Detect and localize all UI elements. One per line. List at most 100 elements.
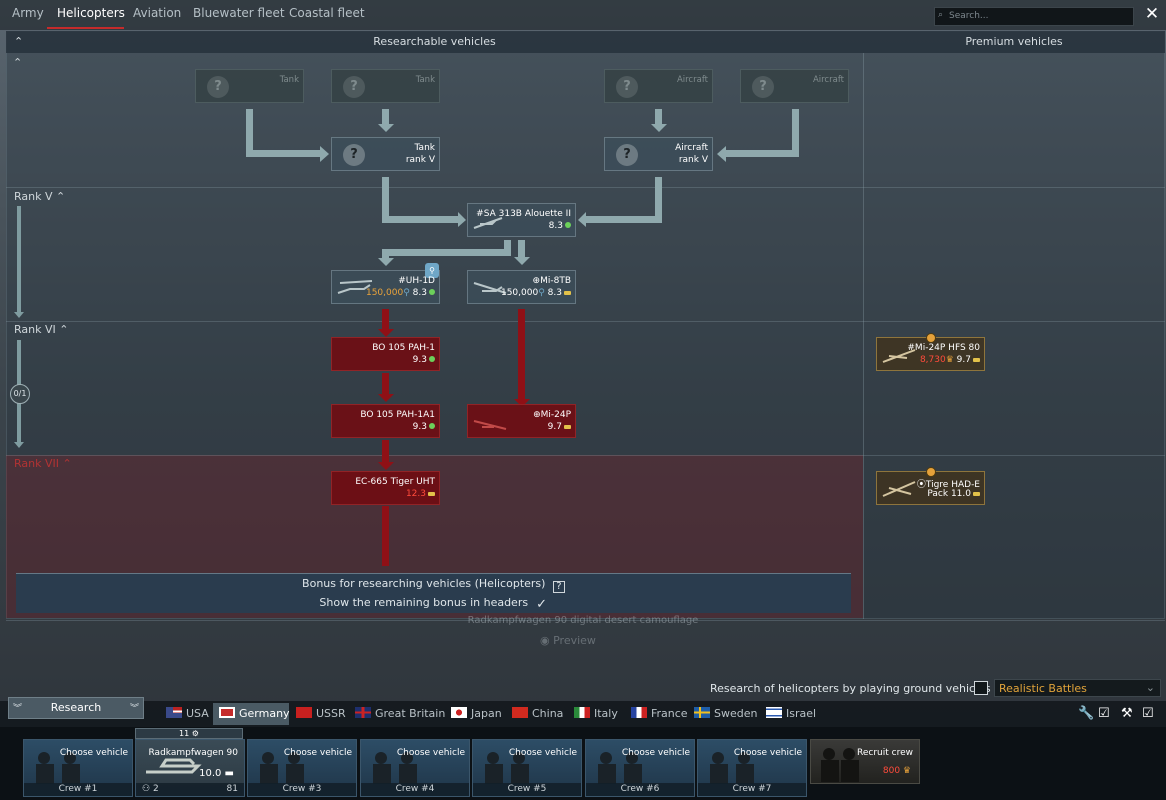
nation-germany[interactable]: Germany: [219, 707, 290, 720]
recruit-crew-button[interactable]: Recruit crew 800 ♛: [810, 739, 920, 784]
chevron-down-icon: ⌄: [1145, 681, 1155, 694]
selected-vehicle-count: 11 ⚙: [135, 728, 243, 739]
bonus-show-toggle[interactable]: Show the remaining bonus in headers ✓: [16, 596, 851, 612]
tree-connectors: [246, 109, 799, 566]
vehicle-card-mi24p[interactable]: ⊕Mi-24P 9.7: [467, 404, 576, 438]
aircraft-rank-v-requirement[interactable]: ? Aircraft rank V: [604, 137, 713, 171]
research-by-ground-label: Research of helicopters by playing groun…: [710, 682, 991, 695]
vehicle-name: BO 105 PAH-1A1: [360, 410, 435, 420]
nation-israel[interactable]: Israel: [766, 707, 816, 720]
repair-all-icon[interactable]: ⚒: [1121, 706, 1133, 721]
vehicle-card-mi8tb[interactable]: ⊕Mi-8TB 150,000⚲ 8.3: [467, 270, 576, 304]
choose-vehicle-label: Choose vehicle: [396, 748, 465, 758]
vehicle-name: #SA 313B Alouette II: [476, 209, 571, 219]
game-mode-select[interactable]: Realistic Battles ⌄: [994, 679, 1161, 697]
vehicle-name: Aircraft: [675, 143, 708, 153]
ussr-flag-icon: [296, 707, 312, 718]
preview-button[interactable]: ◉ Preview: [540, 634, 596, 647]
locked-tank-card-2[interactable]: ? Tank: [331, 69, 440, 103]
nation-sweden[interactable]: Sweden: [694, 707, 757, 720]
japan-flag-icon: [451, 707, 467, 718]
unknown-vehicle-icon: ?: [616, 144, 638, 166]
choose-vehicle-label: Choose vehicle: [733, 748, 802, 758]
help-icon[interactable]: ?: [552, 581, 565, 593]
vehicle-name: Tank: [415, 75, 435, 85]
crew-name: Crew #1: [24, 783, 132, 796]
crew-name: Crew #5: [473, 783, 581, 796]
helicopter-icon: [473, 420, 507, 430]
vehicle-name: #UH-1D: [398, 276, 435, 286]
choose-vehicle-label: Choose vehicle: [621, 748, 690, 758]
vehicle-name: #Mi-24P HFS 80: [907, 343, 980, 353]
checkmark-icon: ✓: [536, 597, 548, 612]
vehicle-card-uh1d[interactable]: ⚲ #UH-1D 150,000⚲ 8.3: [331, 263, 440, 304]
vehicle-card-bo105-pah1a1[interactable]: BO 105 PAH-1A1 9.3: [331, 404, 440, 438]
sweden-flag-icon: [694, 707, 710, 718]
locked-tank-card-1[interactable]: ? Tank: [195, 69, 304, 103]
vehicle-name: EC-665 Tiger UHT: [355, 477, 435, 487]
helicopter-icon: [882, 481, 916, 497]
nation-japan[interactable]: Japan: [451, 707, 502, 720]
crew-name: Crew #7: [698, 783, 806, 796]
chevron-double-down-icon: ︾: [13, 704, 23, 714]
vehicle-name: Aircraft: [676, 75, 708, 85]
vehicle-br: 9.3: [413, 355, 435, 365]
crew-name: Crew #4: [361, 783, 469, 796]
britain-flag-icon: [355, 707, 371, 718]
usa-flag-icon: [166, 707, 182, 718]
vehicle-name: ⊕Mi-8TB: [532, 276, 571, 286]
premium-badge-icon: [926, 467, 936, 477]
locked-aircraft-card-1[interactable]: ? Aircraft: [604, 69, 713, 103]
crew-stats: ⚇ 2 81: [136, 783, 244, 796]
israel-flag-icon: [766, 707, 782, 718]
research-by-ground-checkbox[interactable]: [974, 681, 988, 695]
crew-slot-7[interactable]: Choose vehicle Crew #7: [697, 739, 807, 797]
choose-vehicle-label: Choose vehicle: [283, 748, 352, 758]
chevron-double-down-icon: ︾: [129, 704, 139, 714]
recruit-crew-label: Recruit crew: [857, 748, 913, 758]
crew-slot-2-selected[interactable]: Radkampfwagen 90 10.0 ▬ ⚇ 2 81: [135, 739, 245, 797]
vehicle-name: Tank: [414, 143, 435, 153]
check-icon[interactable]: ☑: [1142, 706, 1154, 721]
tank-rank-v-requirement[interactable]: ? Tank rank V: [331, 137, 440, 171]
nation-france[interactable]: France: [631, 707, 688, 720]
vehicle-pack-br: Pack 11.0: [927, 489, 980, 499]
vehicle-br: 9.7: [548, 422, 571, 432]
crew-slot-3[interactable]: Choose vehicle Crew #3: [247, 739, 357, 797]
research-button[interactable]: ︾ Research ︾: [8, 697, 144, 719]
germany-flag-icon: [219, 707, 235, 718]
unknown-vehicle-icon: ?: [343, 144, 365, 166]
vehicle-rank: rank V: [678, 155, 708, 165]
france-flag-icon: [631, 707, 647, 718]
wrench-icon[interactable]: 🔧: [1078, 706, 1094, 721]
crew-slot-5[interactable]: Choose vehicle Crew #5: [472, 739, 582, 797]
vehicle-card-ec665-tiger[interactable]: EC-665 Tiger UHT 12.3: [331, 471, 440, 505]
vehicle-card-alouette[interactable]: #SA 313B Alouette II 8.3: [467, 203, 576, 237]
check-all-icon[interactable]: ☑: [1098, 706, 1110, 721]
vehicle-name: ⊕Mi-24P: [533, 410, 571, 420]
vehicle-rank: rank V: [405, 155, 435, 165]
vehicle-card-bo105-pah1[interactable]: BO 105 PAH-1 9.3: [331, 337, 440, 371]
vehicle-cost-br: 150,000⚲ 8.3: [501, 288, 571, 298]
premium-card-mi24p-hfs80[interactable]: #Mi-24P HFS 80 8,730♛ 9.7: [876, 333, 985, 371]
crew-name: Crew #6: [586, 783, 694, 796]
china-flag-icon: [512, 707, 528, 718]
vehicle-name: Aircraft: [812, 75, 844, 85]
crew-slot-6[interactable]: Choose vehicle Crew #6: [585, 739, 695, 797]
nation-italy[interactable]: Italy: [574, 707, 618, 720]
nation-usa[interactable]: USA: [166, 707, 209, 720]
selected-vehicle-br: 10.0 ▬: [199, 768, 234, 779]
crew-slot-1[interactable]: Choose vehicle Crew #1: [23, 739, 133, 797]
locked-aircraft-card-2[interactable]: ? Aircraft: [740, 69, 849, 103]
vehicle-cost-br: 8,730♛ 9.7: [920, 355, 980, 365]
nation-ussr[interactable]: USSR: [296, 707, 346, 720]
premium-card-tigre-had-e[interactable]: ⦿Tigre HAD-E Pack 11.0: [876, 467, 985, 505]
nation-great-britain[interactable]: Great Britain: [355, 707, 445, 720]
gold-eagle-icon: ♛: [900, 766, 911, 776]
italy-flag-icon: [574, 707, 590, 718]
game-mode-value: Realistic Battles: [999, 682, 1087, 695]
nation-china[interactable]: China: [512, 707, 563, 720]
crew-slot-4[interactable]: Choose vehicle Crew #4: [360, 739, 470, 797]
unknown-vehicle-icon: ?: [343, 76, 365, 98]
vehicle-cost-br: 150,000⚲ 8.3: [366, 288, 435, 298]
